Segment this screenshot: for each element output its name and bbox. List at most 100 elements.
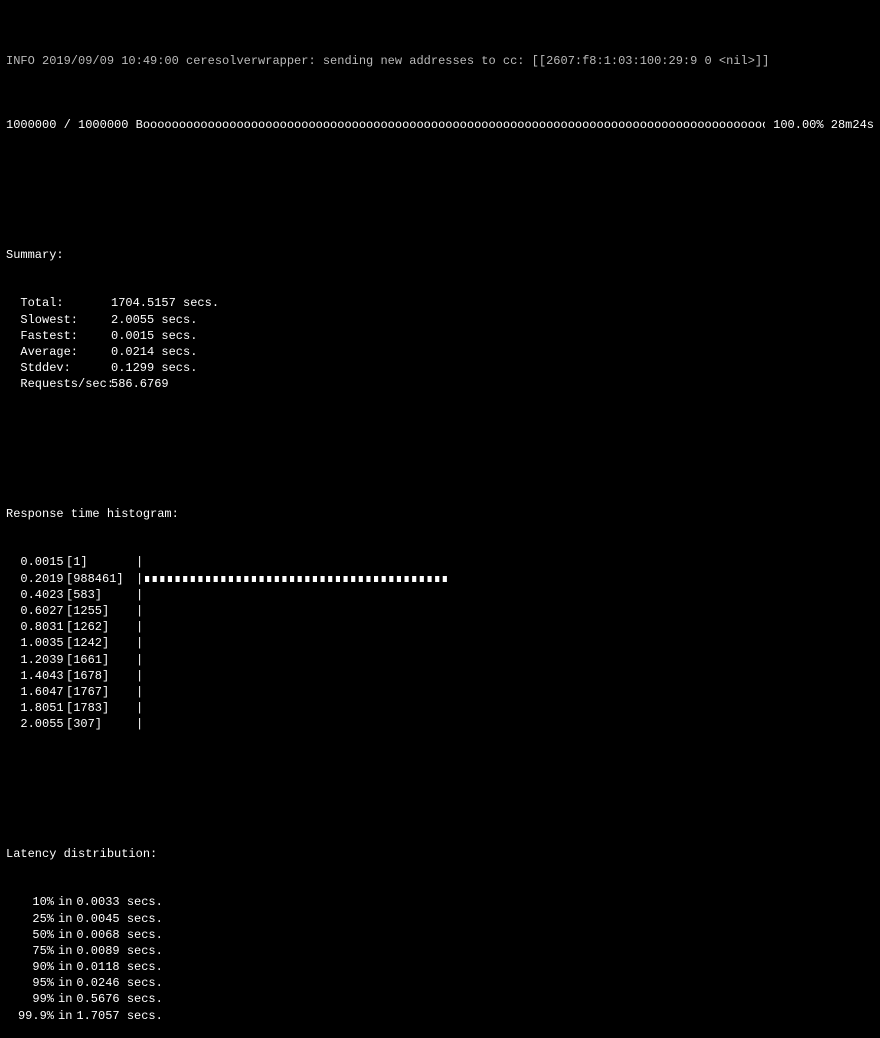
latency-row: 95% in 0.0246 secs. [0,975,880,991]
histogram-bucket: 1.6047 [6,684,66,700]
histogram-bar: | [136,684,874,700]
histogram-row: 1.8051[1783]| [0,700,880,716]
summary-value: 2.0055 secs. [111,312,197,328]
summary-value: 586.6769 [111,376,169,392]
histogram-bucket: 2.0055 [6,716,66,732]
latency-in-label: in [54,975,76,991]
histogram-bucket: 1.2039 [6,652,66,668]
histogram-row: 0.0015[1]| [0,554,880,570]
histogram-count: [307] [66,716,136,732]
histogram-bucket: 1.0035 [6,635,66,651]
histogram-count: [1678] [66,668,136,684]
latency-value: 0.0045 secs. [76,911,162,927]
summary-label: Fastest: [6,328,111,344]
progress-bar: 1000000 / 1000000 Booooooooooooooooooooo… [6,117,765,133]
latency-value: 0.0118 secs. [76,959,162,975]
histogram-bar: | [136,635,874,651]
histogram-bar: | [136,700,874,716]
latency-row: 99.9% in 1.7057 secs. [0,1008,880,1024]
histogram-bar: | [136,603,874,619]
histogram-count: [1661] [66,652,136,668]
summary-label: Total: [6,295,111,311]
latency-row: 90% in 0.0118 secs. [0,959,880,975]
summary-heading: Summary: [0,247,880,263]
histogram-count: [1255] [66,603,136,619]
histogram-count: [1] [66,554,136,570]
histogram-bar: | [136,716,874,732]
histogram-bucket: 0.2019 [6,571,66,587]
histogram-bar: |∎∎∎∎∎∎∎∎∎∎∎∎∎∎∎∎∎∎∎∎∎∎∎∎∎∎∎∎∎∎∎∎∎∎∎∎∎∎∎… [136,571,874,587]
latency-value: 0.0246 secs. [76,975,162,991]
histogram-bar: | [136,668,874,684]
histogram-bucket: 1.4043 [6,668,66,684]
summary-row: Requests/sec:586.6769 [0,376,880,392]
histogram-row: 0.6027[1255]| [0,603,880,619]
summary-label: Average: [6,344,111,360]
summary-row: Average:0.0214 secs. [0,344,880,360]
histogram-bar: | [136,652,874,668]
latency-percentile: 75% [6,943,54,959]
progress-meta: 100.00% 28m24s [765,117,874,133]
histogram-bar: | [136,554,874,570]
progress-elapsed: 28m24s [831,118,874,132]
histogram-bucket: 0.8031 [6,619,66,635]
histogram-row: 1.0035[1242]| [0,635,880,651]
latency-value: 1.7057 secs. [76,1008,162,1024]
latency-row: 99% in 0.5676 secs. [0,991,880,1007]
histogram-row: 2.0055[307]| [0,716,880,732]
histogram-heading: Response time histogram: [0,506,880,522]
latency-in-label: in [54,894,76,910]
latency-in-label: in [54,911,76,927]
histogram-bucket: 0.6027 [6,603,66,619]
latency-in-label: in [54,927,76,943]
latency-value: 0.0068 secs. [76,927,162,943]
histogram-count: [1262] [66,619,136,635]
histogram-count: [1767] [66,684,136,700]
histogram-row: 0.8031[1262]| [0,619,880,635]
summary-row: Fastest:0.0015 secs. [0,328,880,344]
latency-value: 0.5676 secs. [76,991,162,1007]
histogram-row: 1.2039[1661]| [0,652,880,668]
latency-percentile: 99.9% [6,1008,54,1024]
summary-row: Total:1704.5157 secs. [0,295,880,311]
histogram-count: [583] [66,587,136,603]
summary-label: Slowest: [6,312,111,328]
latency-percentile: 95% [6,975,54,991]
latency-value: 0.0089 secs. [76,943,162,959]
summary-value: 0.0015 secs. [111,328,197,344]
histogram-count: [988461] [66,571,136,587]
latency-in-label: in [54,943,76,959]
latency-in-label: in [54,959,76,975]
latency-in-label: in [54,1008,76,1024]
histogram-count: [1242] [66,635,136,651]
histogram-bar: | [136,619,874,635]
truncated-log-line: INFO 2019/09/09 10:49:00 ceresolverwrapp… [0,53,880,69]
latency-row: 50% in 0.0068 secs. [0,927,880,943]
summary-row: Stddev:0.1299 secs. [0,360,880,376]
progress-line: 1000000 / 1000000 Booooooooooooooooooooo… [0,117,880,133]
summary-label: Stddev: [6,360,111,376]
latency-percentile: 10% [6,894,54,910]
progress-percent: 100.00% [773,118,823,132]
latency-row: 25% in 0.0045 secs. [0,911,880,927]
summary-row: Slowest:2.0055 secs. [0,312,880,328]
histogram-count: [1783] [66,700,136,716]
histogram-bucket: 0.0015 [6,554,66,570]
latency-percentile: 50% [6,927,54,943]
histogram-row: 0.4023[583]| [0,587,880,603]
summary-value: 0.0214 secs. [111,344,197,360]
histogram-row: 1.6047[1767]| [0,684,880,700]
latency-heading: Latency distribution: [0,846,880,862]
histogram-row: 1.4043[1678]| [0,668,880,684]
latency-row: 75% in 0.0089 secs. [0,943,880,959]
summary-value: 1704.5157 secs. [111,295,219,311]
latency-in-label: in [54,991,76,1007]
histogram-bucket: 1.8051 [6,700,66,716]
latency-percentile: 25% [6,911,54,927]
terminal-output: INFO 2019/09/09 10:49:00 ceresolverwrapp… [0,4,880,1038]
latency-percentile: 99% [6,991,54,1007]
summary-label: Requests/sec: [6,376,111,392]
histogram-row: 0.2019[988461]|∎∎∎∎∎∎∎∎∎∎∎∎∎∎∎∎∎∎∎∎∎∎∎∎∎… [0,571,880,587]
latency-percentile: 90% [6,959,54,975]
latency-value: 0.0033 secs. [76,894,162,910]
